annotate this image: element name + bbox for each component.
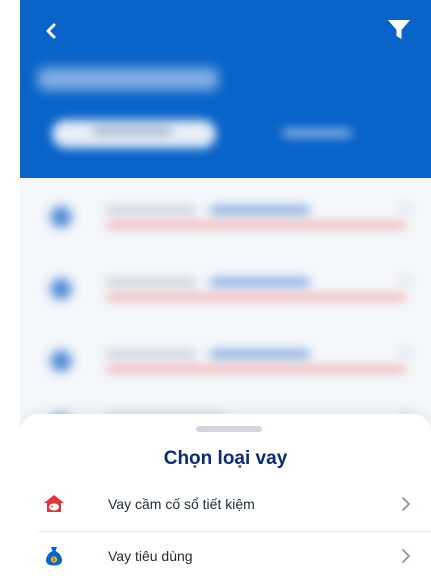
sheet-title: Chọn loại vay [163, 448, 288, 469]
list-item [20, 260, 431, 330]
option-label: Vay cầm cố sổ tiết kiệm [108, 496, 255, 512]
svg-text:$: $ [52, 557, 55, 563]
list-item [20, 332, 431, 402]
option-consumer-loan[interactable]: $ Vay tiêu dùng [20, 534, 431, 579]
blurred-tabs [20, 110, 431, 156]
screen: Chọn loại vay Vay cầm cố sổ tiết kiệm $ … [20, 0, 431, 579]
blurred-tab-active-label [92, 127, 172, 135]
divider [38, 531, 431, 532]
list-item [20, 188, 431, 258]
filter-button[interactable] [384, 14, 414, 44]
filter-icon [388, 20, 410, 39]
header [20, 0, 431, 178]
chevron-left-icon [46, 23, 56, 39]
chevron-right-icon [398, 546, 414, 566]
blurred-page-title [38, 60, 228, 100]
chevron-right-icon [398, 494, 414, 514]
money-bag-icon: $ [42, 544, 66, 568]
option-label: Vay tiêu dùng [108, 548, 193, 564]
back-button[interactable] [38, 18, 64, 44]
option-savings-pledge-loan[interactable]: Vay cầm cố sổ tiết kiệm [20, 482, 431, 530]
sheet-drag-handle[interactable] [196, 426, 262, 432]
loan-type-bottom-sheet: Chọn loại vay Vay cầm cố sổ tiết kiệm $ … [20, 414, 431, 579]
blurred-tab-inactive [282, 129, 352, 137]
blurred-loan-list [20, 178, 431, 438]
home-piggy-icon [42, 492, 66, 516]
